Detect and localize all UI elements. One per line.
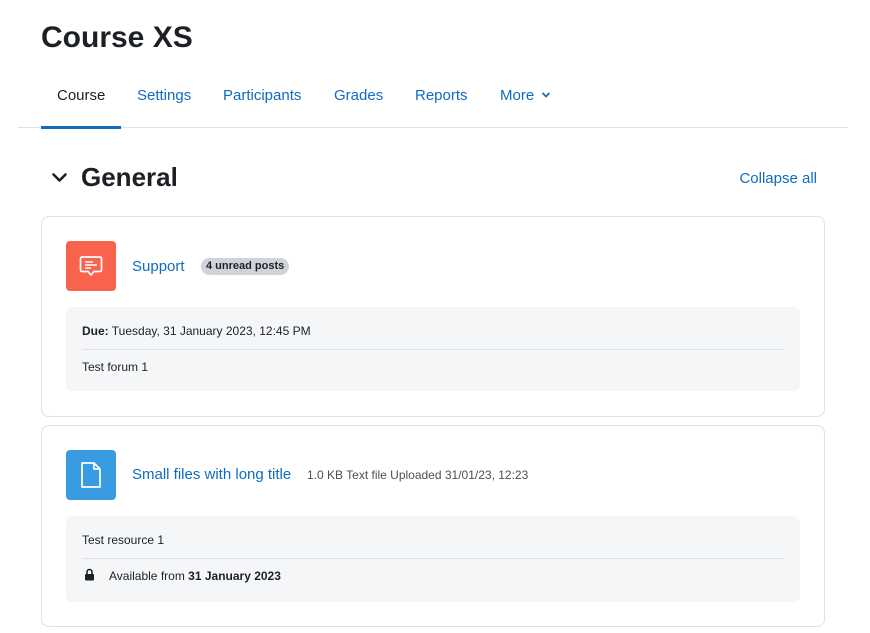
restriction-date: 31 January 2023 — [188, 569, 281, 583]
activity-link-support[interactable]: Support — [132, 258, 185, 275]
forum-icon — [79, 256, 103, 276]
file-activity-icon — [66, 450, 116, 500]
active-tab-indicator — [41, 126, 122, 129]
availability-restriction: Available from 31 January 2023 — [109, 569, 281, 583]
file-details: 1.0 KB Text file Uploaded 31/01/23, 12:2… — [307, 468, 529, 482]
divider — [82, 558, 784, 559]
activity-description: Test resource 1 — [82, 533, 165, 547]
file-icon — [81, 462, 101, 488]
lock-icon — [85, 568, 94, 581]
due-date: Due: Tuesday, 31 January 2023, 12:45 PM — [82, 324, 311, 338]
tab-settings[interactable]: Settings — [137, 72, 191, 128]
unread-posts-badge: 4 unread posts — [201, 258, 290, 275]
activity-info: Test resource 1 Available from 31 Januar… — [66, 516, 800, 602]
tab-course[interactable]: Course — [41, 72, 122, 129]
collapse-all-link[interactable]: Collapse all — [739, 170, 817, 187]
tab-participants[interactable]: Participants — [223, 72, 301, 128]
section-title: General — [81, 162, 178, 192]
forum-activity-icon — [66, 241, 116, 291]
chevron-down-icon — [52, 173, 67, 182]
secondary-navigation: Course Settings Participants Grades Repo… — [18, 72, 848, 129]
tab-more[interactable]: More — [500, 72, 551, 128]
chevron-down-icon — [542, 92, 551, 98]
tab-reports[interactable]: Reports — [415, 72, 468, 128]
activity-info: Due: Tuesday, 31 January 2023, 12:45 PM … — [66, 307, 800, 391]
activity-link-small-files[interactable]: Small files with long title — [132, 466, 291, 483]
section-header: General Collapse all — [48, 160, 820, 196]
due-value: Tuesday, 31 January 2023, 12:45 PM — [111, 324, 311, 338]
activity-card-forum: Support 4 unread posts Due: Tuesday, 31 … — [41, 216, 825, 417]
activity-card-file: Small files with long title 1.0 KB Text … — [41, 425, 825, 627]
tab-course-label: Course — [57, 87, 106, 104]
tab-grades[interactable]: Grades — [334, 72, 383, 128]
activity-description: Test forum 1 — [82, 360, 149, 374]
tab-more-label: More — [500, 87, 535, 104]
section-collapse-toggle[interactable] — [48, 166, 72, 190]
due-label: Due: — [82, 324, 109, 338]
divider — [82, 349, 784, 350]
restriction-prefix: Available from — [109, 569, 185, 583]
page-title: Course XS — [41, 21, 193, 54]
